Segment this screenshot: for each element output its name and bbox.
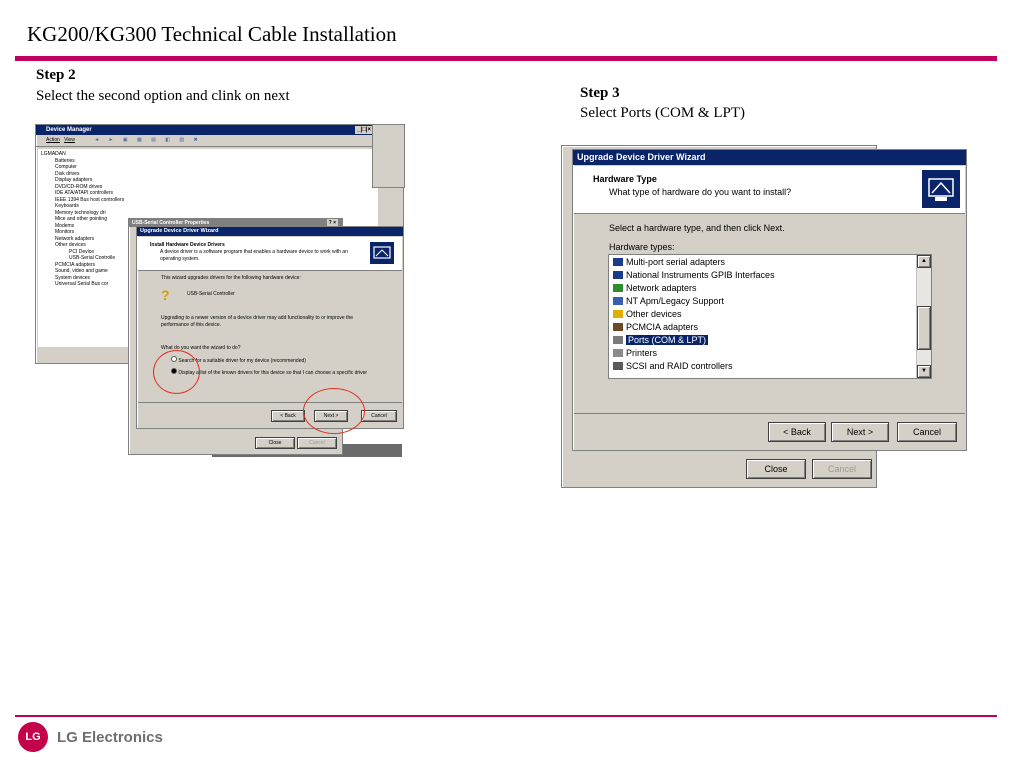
option-display-list-label: Display a list of the known drivers for … <box>178 370 368 376</box>
hardware-type-label: SCSI and RAID controllers <box>626 361 733 371</box>
back-button[interactable]: < Back <box>768 422 826 442</box>
hardware-type-item[interactable]: SCSI and RAID controllers <box>613 361 733 371</box>
pcmcia-icon <box>613 323 623 331</box>
toolbar-icons: ◄ ► ▣ ▦ ▤ ◧ ▨ ✖ <box>94 137 202 143</box>
large-wizard-divider <box>574 413 965 414</box>
small-wizard-device: USB-Serial Controller <box>187 291 235 297</box>
hardware-type-label: Other devices <box>626 309 682 319</box>
question-mark-icon <box>613 310 623 318</box>
hardware-type-item[interactable]: Network adapters <box>613 283 697 293</box>
small-wizard-upgrade-text: Upgrading to a newer version of a device… <box>161 315 354 328</box>
small-wizard-titlebar: Upgrade Device Driver Wizard <box>137 227 403 236</box>
menu-action[interactable]: Action <box>46 137 60 143</box>
scroll-up-arrow-icon[interactable]: ▲ <box>917 255 931 268</box>
lg-logo: LG LG Electronics <box>18 722 163 752</box>
large-wizard-instruction: Select a hardware type, and then click N… <box>609 223 785 233</box>
hardware-type-item[interactable]: Printers <box>613 348 657 358</box>
hardware-type-label: Printers <box>626 348 658 358</box>
gpib-icon <box>613 271 623 279</box>
option-display-list-radio[interactable]: Display a list of the known drivers for … <box>171 368 383 377</box>
close-button[interactable]: Close <box>746 459 806 479</box>
next-button[interactable]: Next > <box>831 422 889 442</box>
tree-node[interactable]: Universal Serial Bus cor <box>41 281 124 288</box>
device-manager-title: Device Manager <box>46 127 92 133</box>
cancel-button-disabled[interactable]: Cancel <box>812 459 872 479</box>
large-wizard: Upgrade Device Driver Wizard Hardware Ty… <box>572 149 967 451</box>
highlight-option-circle <box>153 350 200 394</box>
hardware-type-item-selected[interactable]: Ports (COM & LPT) <box>613 335 709 345</box>
cancel-button[interactable]: Cancel <box>897 422 957 442</box>
small-wizard-header: Install Hardware Device Drivers A device… <box>138 237 402 271</box>
lg-brand-text: LG Electronics <box>57 728 163 746</box>
hardware-types-list[interactable]: Multi-port serial adapters National Inst… <box>608 254 932 379</box>
large-wizard-subheading: What type of hardware do you want to ins… <box>609 187 792 197</box>
back-button[interactable]: < Back <box>271 410 305 422</box>
scroll-down-arrow-icon[interactable]: ▼ <box>917 365 931 378</box>
small-wizard-subheading: A device driver is a software program th… <box>160 249 348 262</box>
small-wizard-heading: Install Hardware Device Drivers <box>150 242 225 248</box>
background-window <box>372 124 405 188</box>
wizard-hardware-icon <box>922 170 960 208</box>
header-divider <box>15 56 997 61</box>
step2-text: Select the second option and clink on ne… <box>36 88 290 104</box>
small-wizard-intro: This wizard upgrades drivers for the fol… <box>161 275 301 281</box>
printer-icon <box>613 349 623 357</box>
large-wizard-titlebar: Upgrade Device Driver Wizard <box>573 150 966 165</box>
step3-text: Select Ports (COM & LPT) <box>580 105 745 121</box>
step2-heading: Step 2 <box>36 67 76 83</box>
cancel-button-disabled[interactable]: Cancel <box>297 437 337 449</box>
scsi-icon <box>613 362 623 370</box>
window-controls[interactable]: _|□|× <box>355 126 373 134</box>
unknown-device-icon: ? <box>161 287 170 303</box>
serial-adapter-icon <box>613 258 623 266</box>
hardware-type-label: National Instruments GPIB Interfaces <box>626 270 775 280</box>
scroll-thumb[interactable] <box>917 306 931 350</box>
device-manager-titlebar: Device Manager _|□|× <box>36 125 403 135</box>
footer-divider <box>15 715 997 717</box>
computer-icon <box>613 297 623 305</box>
highlight-next-circle <box>303 388 365 434</box>
hardware-types-label: Hardware types: <box>609 242 675 252</box>
device-tree-list: LGMADAN Batteries Computer Disk drives D… <box>41 151 124 288</box>
large-wizard-header: Hardware Type What type of hardware do y… <box>574 166 965 214</box>
hardware-type-item[interactable]: PCMCIA adapters <box>613 322 698 332</box>
hardware-type-label: Network adapters <box>626 283 697 293</box>
hardware-type-item[interactable]: NT Apm/Legacy Support <box>613 296 724 306</box>
hardware-type-item[interactable]: Multi-port serial adapters <box>613 257 725 267</box>
hardware-type-item[interactable]: Other devices <box>613 309 682 319</box>
small-wizard: Upgrade Device Driver Wizard Install Har… <box>136 226 404 429</box>
close-button[interactable]: Close <box>255 437 295 449</box>
hardware-type-label: Multi-port serial adapters <box>626 257 726 267</box>
large-wizard-heading: Hardware Type <box>593 174 657 184</box>
port-connector-icon <box>613 336 623 344</box>
menu-view[interactable]: View <box>64 137 75 143</box>
cancel-button[interactable]: Cancel <box>361 410 397 422</box>
page-title: KG200/KG300 Technical Cable Installation <box>27 22 397 46</box>
list-scrollbar[interactable]: ▲ ▼ <box>916 255 931 378</box>
wizard-hardware-icon <box>370 242 394 264</box>
hardware-type-label-selected: Ports (COM & LPT) <box>626 335 709 345</box>
hardware-type-item[interactable]: National Instruments GPIB Interfaces <box>613 270 775 280</box>
lg-logo-mark: LG <box>18 722 48 752</box>
network-adapter-icon <box>613 284 623 292</box>
hardware-type-label: PCMCIA adapters <box>626 322 699 332</box>
hardware-type-label: NT Apm/Legacy Support <box>626 296 724 306</box>
step3-heading: Step 3 <box>580 85 620 101</box>
device-manager-menubar: Action View ◄ ► ▣ ▦ ▤ ◧ ▨ ✖ <box>36 135 403 147</box>
